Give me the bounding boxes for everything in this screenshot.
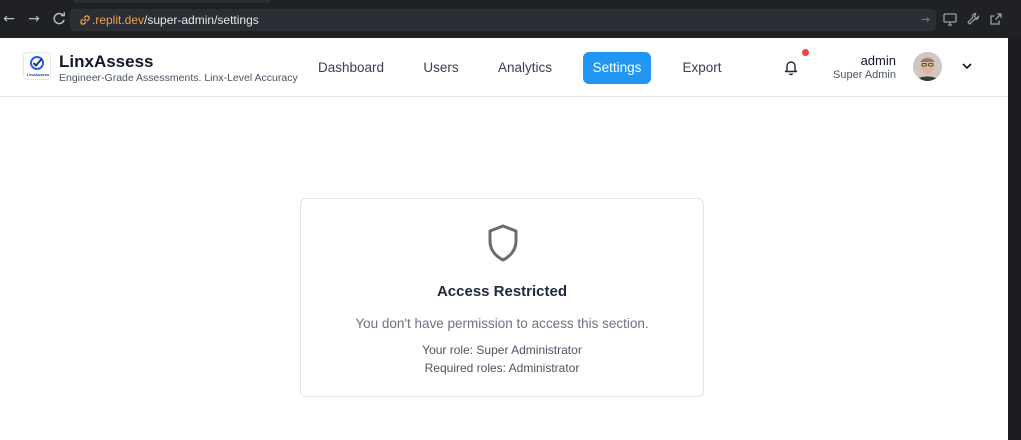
browser-toolbar: ← → .replit.dev/super-admin/settings → bbox=[0, 0, 1021, 38]
access-restricted-card: Access Restricted You don't have permiss… bbox=[300, 198, 704, 397]
user-role: Super Admin bbox=[833, 69, 896, 81]
avatar[interactable] bbox=[913, 52, 942, 81]
app-header: LinxAssess LinxAssess Engineer-Grade Ass… bbox=[0, 38, 1008, 97]
shield-icon bbox=[488, 224, 518, 262]
required-roles: Required roles: Administrator bbox=[424, 361, 580, 375]
url-host: .replit.dev bbox=[92, 13, 145, 27]
page-viewport: LinxAssess LinxAssess Engineer-Grade Ass… bbox=[0, 38, 1008, 440]
user-name: admin bbox=[860, 53, 896, 68]
avatar-photo bbox=[913, 52, 942, 81]
restricted-message: You don't have permission to access this… bbox=[355, 316, 649, 331]
link-icon bbox=[80, 15, 90, 25]
wrench-icon[interactable] bbox=[965, 11, 981, 27]
brand-logo[interactable]: LinxAssess bbox=[23, 52, 51, 80]
external-link-icon[interactable] bbox=[988, 11, 1004, 27]
back-arrow-icon[interactable]: ← bbox=[1, 11, 17, 27]
nav-users[interactable]: Users bbox=[415, 52, 467, 84]
monitor-icon[interactable] bbox=[942, 11, 958, 27]
brand-name[interactable]: LinxAssess bbox=[59, 52, 154, 72]
brand-tagline: Engineer-Grade Assessments. Linx-Level A… bbox=[59, 72, 298, 84]
logo-wordmark: LinxAssess bbox=[26, 72, 50, 77]
go-arrow-icon[interactable]: → bbox=[921, 13, 930, 26]
restricted-title: Access Restricted bbox=[436, 283, 568, 300]
nav-dashboard[interactable]: Dashboard bbox=[311, 52, 391, 84]
address-bar[interactable]: .replit.dev/super-admin/settings → bbox=[70, 9, 936, 31]
url-path: /super-admin/settings bbox=[144, 13, 259, 27]
nav-export[interactable]: Export bbox=[675, 52, 729, 84]
url-text: .replit.dev/super-admin/settings bbox=[92, 13, 259, 27]
forward-arrow-icon[interactable]: → bbox=[26, 11, 42, 27]
notification-badge bbox=[802, 49, 809, 56]
nav-analytics[interactable]: Analytics bbox=[492, 52, 558, 84]
bell-icon[interactable] bbox=[783, 58, 799, 76]
chevron-down-icon[interactable] bbox=[961, 61, 973, 71]
window-edge bbox=[1008, 38, 1021, 440]
nav-settings[interactable]: Settings bbox=[583, 52, 651, 84]
reload-icon[interactable] bbox=[51, 11, 67, 27]
active-tab-indicator bbox=[74, 0, 270, 3]
current-role: Your role: Super Administrator bbox=[422, 343, 582, 357]
